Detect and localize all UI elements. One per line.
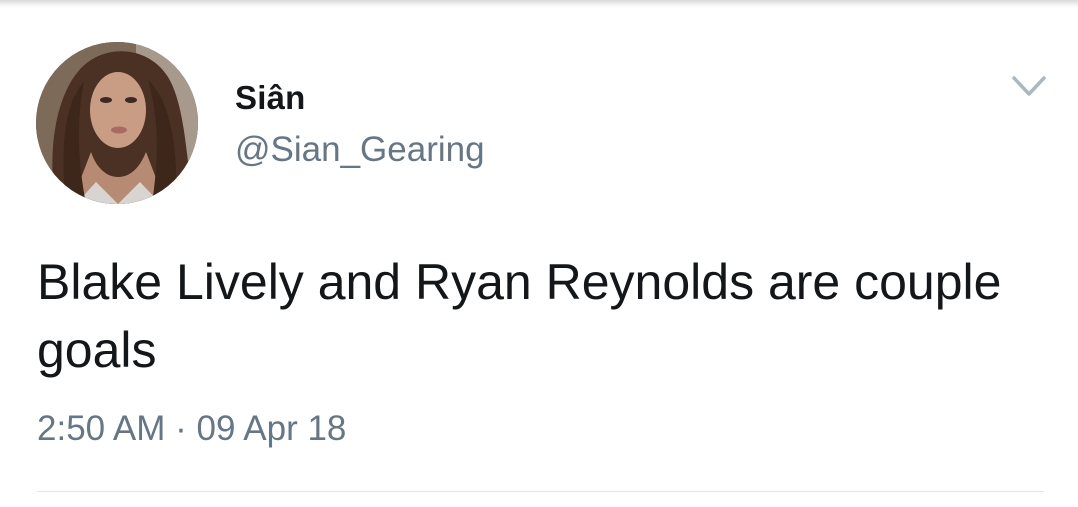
chevron-down-icon[interactable] (1008, 70, 1050, 104)
tweet-time: 2:50 AM (37, 409, 166, 448)
tweet-timestamp[interactable]: 2:50 AM · 09 Apr 18 (37, 409, 346, 449)
tweet-card: Siân @Sian_Gearing Blake Lively and Ryan… (0, 0, 1078, 507)
timestamp-separator: · (175, 409, 187, 448)
divider (37, 491, 1044, 492)
top-divider-shadow (0, 0, 1078, 8)
avatar[interactable] (36, 42, 198, 204)
display-name[interactable]: Siân (235, 79, 306, 117)
tweet-date: 09 Apr 18 (196, 409, 347, 448)
tweet-text: Blake Lively and Ryan Reynolds are coupl… (37, 254, 1002, 378)
user-handle[interactable]: @Sian_Gearing (235, 130, 485, 170)
